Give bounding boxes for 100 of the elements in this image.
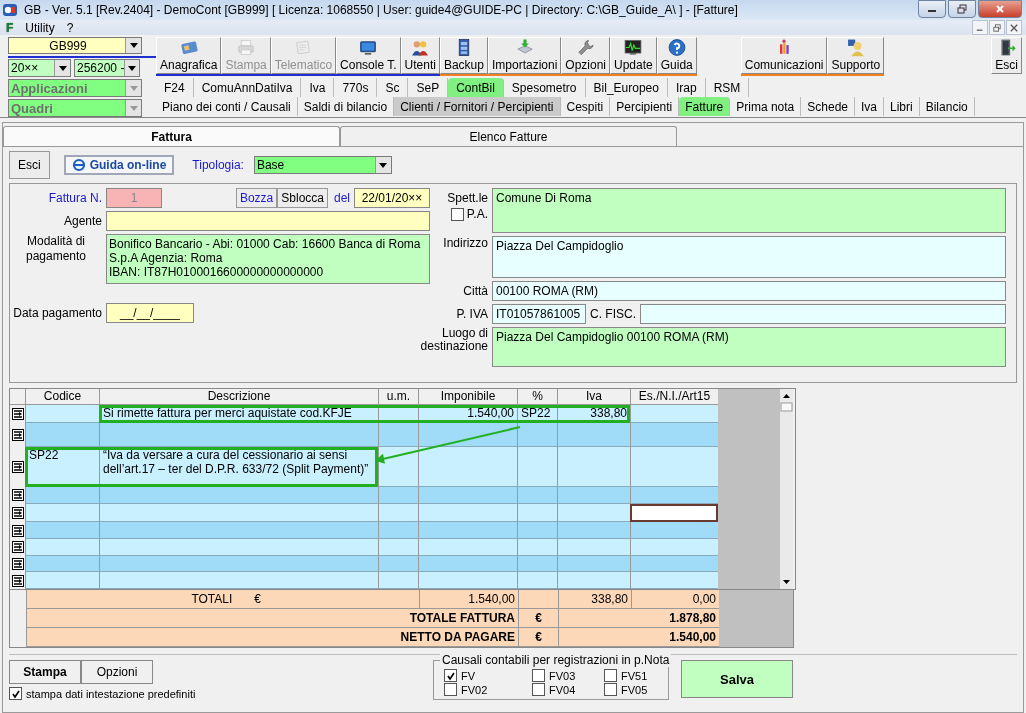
online-help-button[interactable]: Guida on-line bbox=[63, 155, 175, 175]
column-header[interactable]: Descrizione bbox=[99, 389, 378, 405]
close-button[interactable] bbox=[978, 0, 1022, 18]
company-select[interactable]: GB999 bbox=[8, 37, 142, 55]
panels-select[interactable]: Quadri bbox=[8, 99, 142, 117]
payment-date-field[interactable]: __/__/____ bbox=[106, 303, 194, 323]
row-marker-icon[interactable] bbox=[11, 558, 24, 570]
group-title: Causali contabili per registrazioni in p.Nota bbox=[440, 653, 672, 667]
code-select[interactable]: 256200 - bbox=[74, 59, 140, 78]
column-header[interactable]: % bbox=[517, 389, 557, 405]
section-tab[interactable]: Piano dei conti / Causali bbox=[156, 97, 298, 116]
totals-cell: 0,00 bbox=[631, 590, 719, 609]
module-tab[interactable]: Iva bbox=[301, 78, 335, 97]
checkmark-icon bbox=[10, 688, 21, 699]
date-label: del bbox=[334, 191, 350, 205]
type-label: Tipologia: bbox=[192, 158, 244, 172]
help-icon bbox=[665, 38, 688, 57]
restore-button[interactable] bbox=[989, 20, 1005, 35]
module-tab[interactable]: F24 bbox=[156, 78, 194, 97]
toolbar-button[interactable]: Backup bbox=[439, 37, 488, 74]
column-header[interactable]: Es./N.I./Art15 bbox=[630, 389, 718, 405]
caret-icon bbox=[129, 85, 138, 91]
destination-field[interactable]: Piazza Del Campidoglio 00100 ROMA (RM) bbox=[492, 327, 1006, 367]
toolbar-button[interactable]: Guida bbox=[656, 37, 697, 74]
module-tab[interactable]: Bil_Europeo bbox=[585, 78, 668, 97]
payment-method-field[interactable]: Bonifico Bancario - Abi: 01000 Cab: 16600 Banca di Roma S.p.A Agenzia: Roma IBAN: IT87H0100016600000000000000 bbox=[106, 234, 430, 284]
address-field[interactable]: Piazza Del Campidoglio bbox=[492, 236, 1006, 278]
totals-label: TOTALI bbox=[191, 591, 233, 608]
column-header[interactable]: Iva bbox=[557, 389, 630, 405]
column-header[interactable]: Imponibile bbox=[418, 389, 517, 405]
toolbar-button[interactable]: Importazioni bbox=[487, 37, 562, 74]
table-cell bbox=[517, 447, 557, 487]
agent-field[interactable] bbox=[106, 211, 430, 231]
section-tab[interactable]: Prima nota bbox=[730, 97, 802, 116]
row-marker-icon[interactable] bbox=[11, 541, 24, 554]
save-button[interactable]: Salva bbox=[681, 660, 793, 698]
column-header[interactable]: u.m. bbox=[378, 389, 418, 405]
toolbar-button[interactable]: Console T. bbox=[336, 37, 401, 74]
checkbox[interactable] bbox=[532, 683, 545, 696]
totals-cell: € bbox=[518, 609, 558, 628]
city-field[interactable]: 00100 ROMA (RM) bbox=[492, 281, 1006, 301]
restore-icon bbox=[957, 4, 967, 14]
row-marker-icon[interactable] bbox=[11, 489, 24, 502]
restore-button[interactable] bbox=[948, 0, 976, 18]
checkbox-label: FV04 bbox=[549, 683, 576, 696]
row-marker-icon[interactable] bbox=[11, 429, 24, 441]
checkbox[interactable] bbox=[444, 683, 457, 696]
recipient-field[interactable]: Comune Di Roma bbox=[492, 188, 1006, 233]
toolbar-button[interactable]: Supporto bbox=[827, 37, 885, 74]
options-button[interactable]: Opzioni bbox=[81, 660, 153, 684]
row-marker-icon[interactable] bbox=[11, 506, 24, 519]
toolbar-button[interactable]: Comunicazioni bbox=[740, 37, 828, 74]
scrollbar[interactable] bbox=[780, 389, 793, 589]
caret-icon bbox=[379, 162, 388, 168]
draft-button[interactable]: Bozza bbox=[235, 188, 278, 208]
row-marker-icon[interactable] bbox=[11, 574, 24, 587]
section-tab[interactable]: Bilancio bbox=[919, 97, 975, 116]
year-select[interactable]: 20×× bbox=[8, 59, 71, 78]
module-tab[interactable]: ContBil bbox=[448, 78, 504, 97]
tax-code-field[interactable] bbox=[640, 304, 1006, 324]
section-tab[interactable]: Cespiti bbox=[560, 97, 611, 116]
module-tab[interactable]: ComuAnnDatiIva bbox=[193, 78, 302, 97]
toolbar-button[interactable]: Update bbox=[610, 37, 657, 74]
section-tab[interactable]: Schede bbox=[801, 97, 855, 116]
date-field[interactable]: 22/01/20×× bbox=[354, 188, 430, 208]
close-button[interactable] bbox=[1006, 20, 1022, 35]
applications-select[interactable]: Applicazioni bbox=[8, 79, 142, 98]
document-tab[interactable]: Elenco Fatture bbox=[340, 126, 677, 146]
checkbox[interactable] bbox=[444, 669, 457, 682]
row-marker-icon[interactable] bbox=[11, 524, 24, 537]
checkbox[interactable] bbox=[604, 683, 617, 696]
document-tab[interactable]: Fattura bbox=[3, 126, 340, 146]
toolbar-button[interactable]: Opzioni bbox=[561, 37, 611, 74]
vat-field[interactable]: IT01057861005 bbox=[492, 304, 586, 324]
column-header[interactable]: Codice bbox=[25, 389, 99, 405]
type-select[interactable]: Base bbox=[253, 156, 392, 174]
exit-button[interactable]: Esci bbox=[9, 151, 50, 179]
menu-item[interactable]: ? bbox=[66, 20, 74, 35]
row-marker-icon[interactable] bbox=[11, 407, 24, 420]
exit-button[interactable]: Esci bbox=[991, 37, 1022, 74]
checkbox[interactable] bbox=[9, 687, 22, 700]
section-tab[interactable]: Iva bbox=[855, 97, 884, 116]
unlock-button[interactable]: Sblocca bbox=[277, 188, 328, 208]
checkbox[interactable] bbox=[450, 207, 464, 221]
table-cell bbox=[517, 572, 557, 589]
section-tab[interactable]: Fatture bbox=[679, 97, 731, 116]
menu-icon[interactable]: F bbox=[6, 20, 14, 35]
toolbar-button[interactable]: Anagrafica bbox=[156, 37, 222, 74]
module-tab[interactable]: 770s bbox=[334, 78, 378, 97]
menu-item[interactable]: Utility bbox=[25, 20, 55, 35]
checkbox[interactable] bbox=[532, 669, 545, 682]
checkbox[interactable] bbox=[604, 669, 617, 682]
minimize-button[interactable] bbox=[918, 0, 946, 18]
print-button[interactable]: Stampa bbox=[9, 660, 81, 684]
row-marker-icon[interactable] bbox=[11, 461, 24, 474]
caret-icon bbox=[129, 43, 138, 48]
toolbar-button[interactable]: Utenti bbox=[400, 37, 440, 74]
checkbox-label: FV05 bbox=[621, 683, 648, 696]
section-tab[interactable]: Libri bbox=[884, 97, 920, 116]
section-tab[interactable]: Clienti / Fornitori / Percipienti bbox=[394, 97, 561, 116]
